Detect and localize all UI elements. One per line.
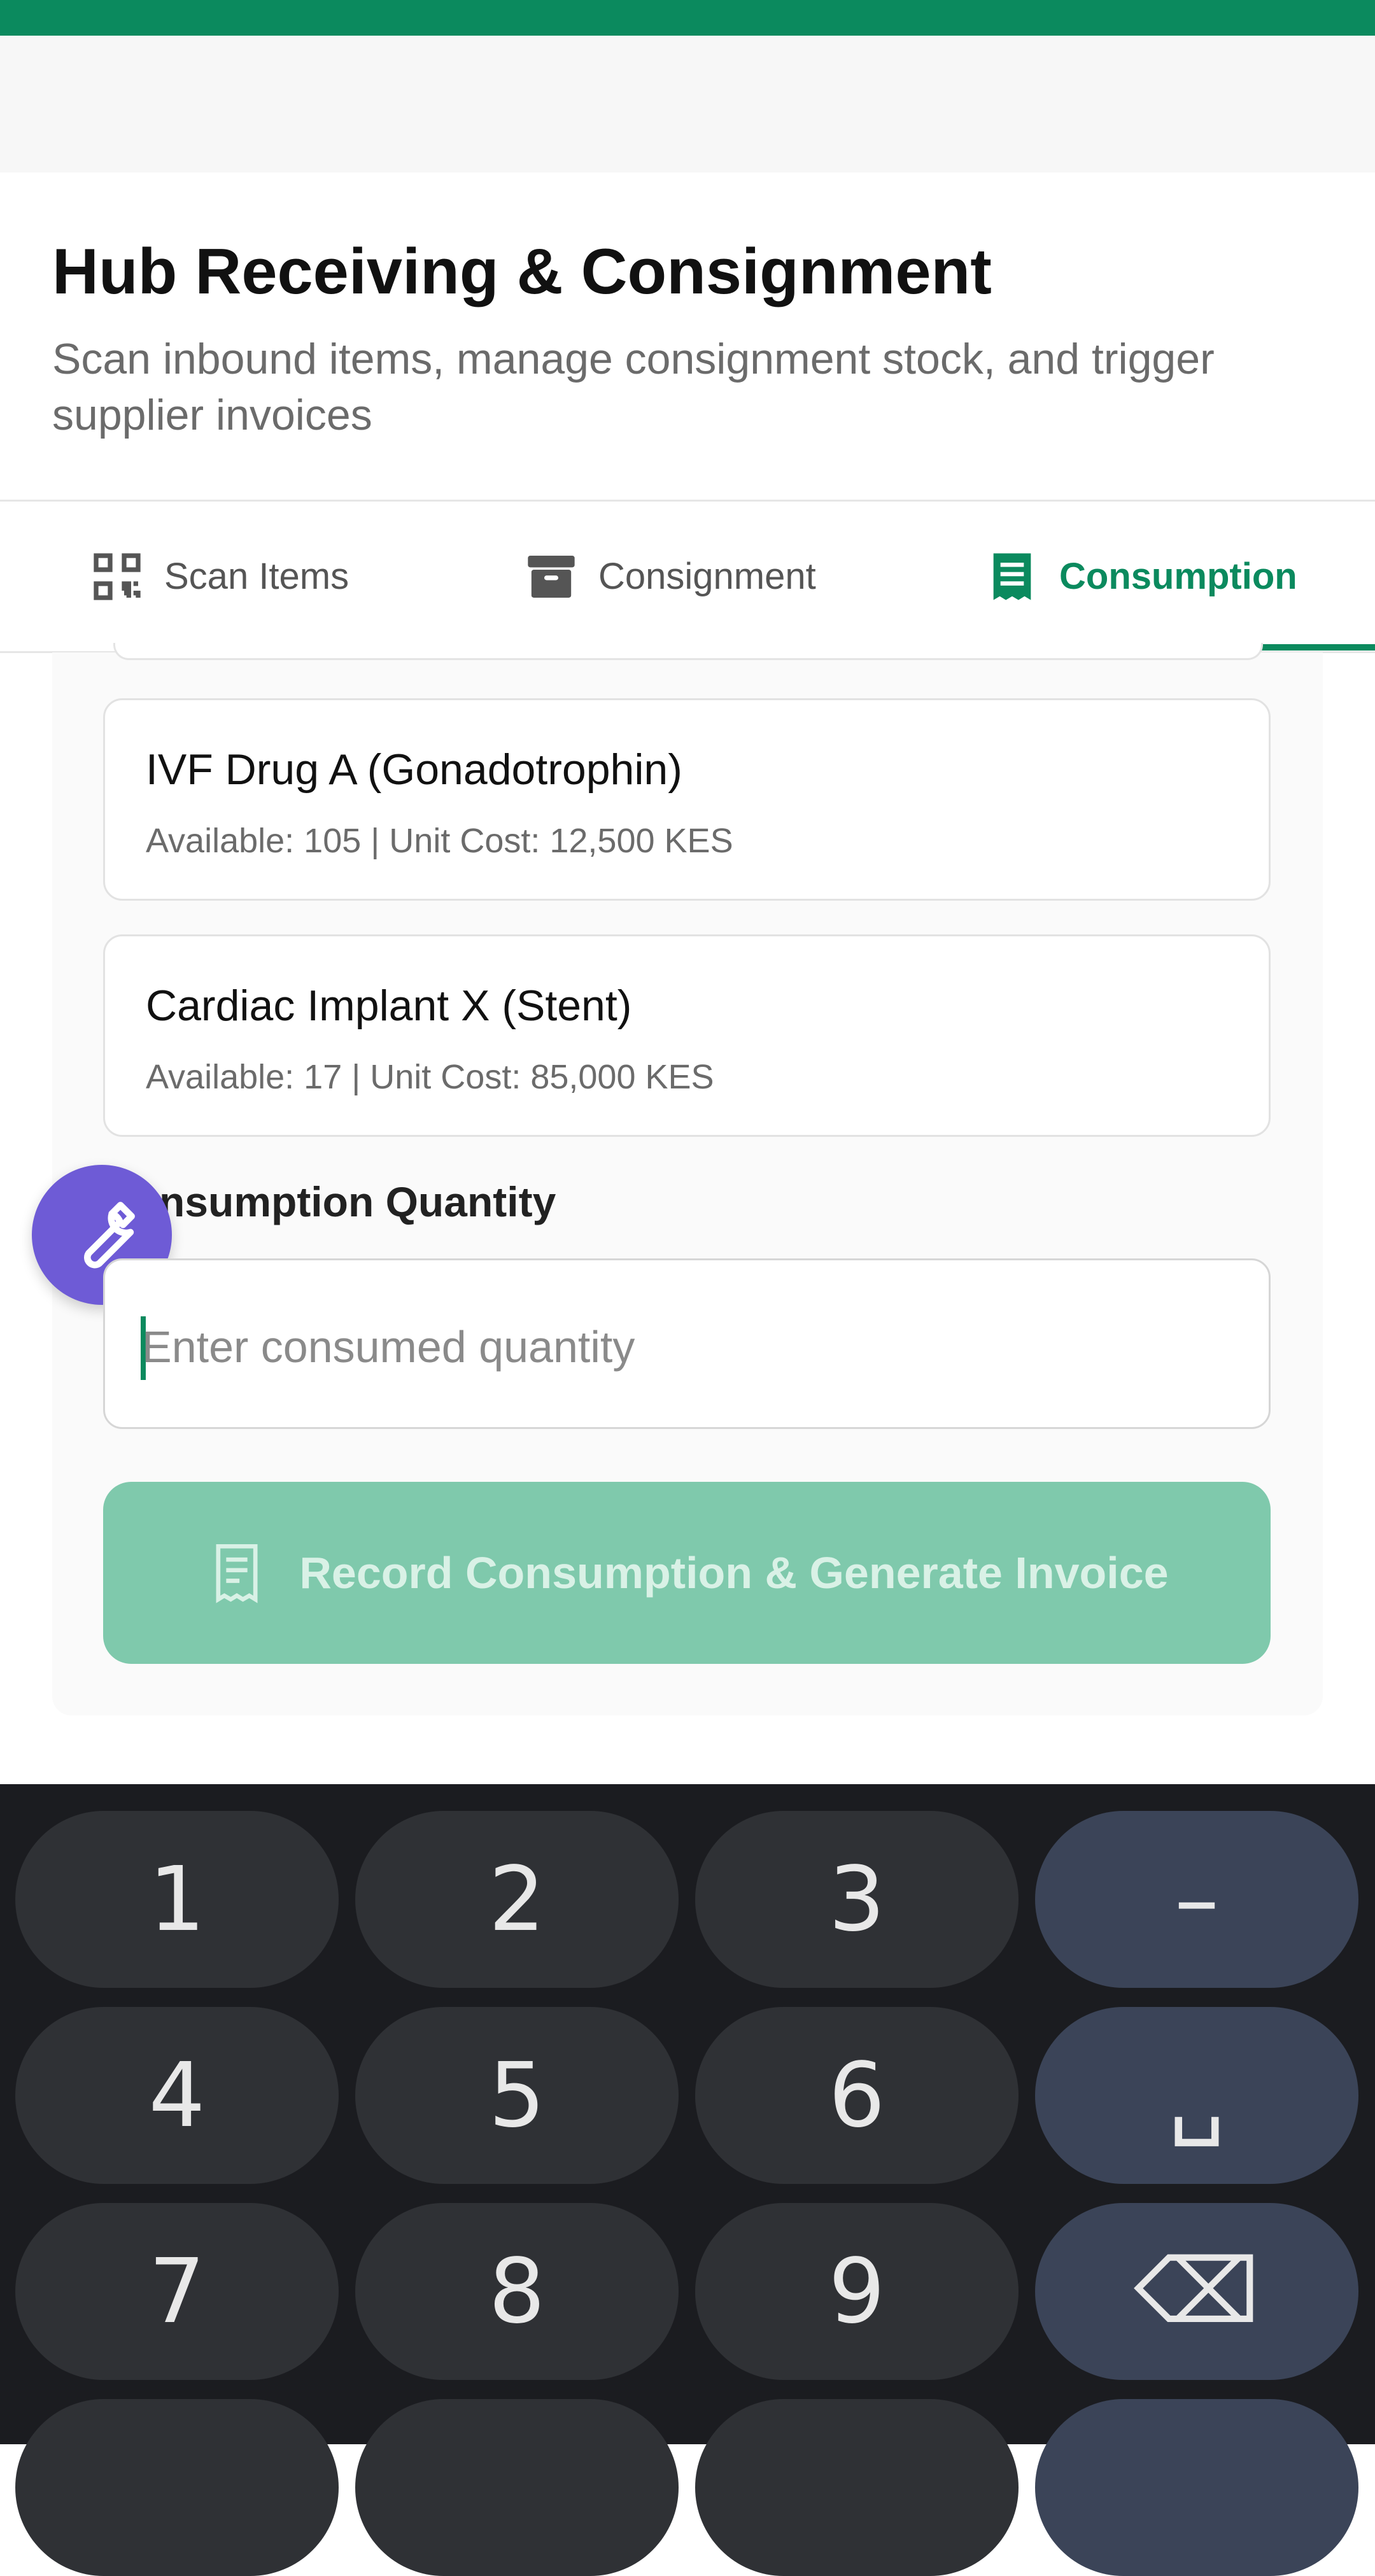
key-6[interactable]: 6	[695, 2007, 1019, 2184]
status-bar	[0, 0, 1375, 36]
key-space[interactable]: ␣	[1035, 2007, 1358, 2184]
receipt-icon	[993, 553, 1031, 600]
qr-scan-icon	[94, 553, 141, 600]
key-2[interactable]: 2	[355, 1811, 679, 1988]
item-details: Available: 17 | Unit Cost: 85,000 KES	[146, 1058, 714, 1096]
item-name: Cardiac Implant X (Stent)	[146, 982, 632, 1030]
page-subtitle: Scan inbound items, manage consignment s…	[52, 335, 1215, 439]
key-5[interactable]: 5	[355, 2007, 679, 2184]
quantity-label: Consumption Quantity	[103, 1178, 556, 1225]
item-name: IVF Drug A (Gonadotrophin)	[146, 745, 682, 794]
key-minus[interactable]: –	[1035, 1811, 1358, 1988]
key-row4-partial[interactable]	[695, 2399, 1019, 2576]
tab-consumption[interactable]: Consumption	[984, 502, 1297, 651]
key-row4-partial[interactable]	[15, 2399, 339, 2576]
tab-label: Scan Items	[164, 556, 349, 597]
item-details: Available: 105 | Unit Cost: 12,500 KES	[146, 822, 733, 860]
tab-bar: Scan Items Consignment Consumption	[0, 502, 1375, 653]
app-bar	[0, 36, 1375, 172]
key-8[interactable]: 8	[355, 2203, 679, 2380]
record-consumption-button[interactable]: Record Consumption & Generate Invoice	[103, 1482, 1271, 1664]
quantity-placeholder: Enter consumed quantity	[142, 1322, 635, 1372]
key-row4-partial[interactable]	[355, 2399, 679, 2576]
list-item[interactable]: IVF Drug A (Gonadotrophin) Available: 10…	[103, 698, 1271, 901]
tab-label: Consumption	[1059, 556, 1297, 597]
numeric-keyboard: 1 2 3 – 4 5 6 ␣ 7 8 9 ⌫	[0, 1784, 1375, 2576]
receipt-icon	[216, 1544, 258, 1603]
submit-label: Record Consumption & Generate Invoice	[299, 1548, 1169, 1598]
tab-scan-items[interactable]: Scan Items	[89, 502, 349, 651]
key-backspace[interactable]: ⌫	[1035, 2203, 1358, 2380]
key-9[interactable]: 9	[695, 2203, 1019, 2380]
quantity-input[interactable]: Enter consumed quantity	[103, 1258, 1271, 1429]
key-row4-partial[interactable]	[1035, 2399, 1358, 2576]
key-4[interactable]: 4	[15, 2007, 339, 2184]
list-item[interactable]: Cardiac Implant X (Stent) Available: 17 …	[103, 934, 1271, 1137]
key-7[interactable]: 7	[15, 2203, 339, 2380]
tab-label: Consignment	[598, 556, 816, 597]
list-item-partial[interactable]	[113, 643, 1263, 660]
tab-consignment[interactable]: Consignment	[523, 502, 816, 651]
key-3[interactable]: 3	[695, 1811, 1019, 1988]
key-1[interactable]: 1	[15, 1811, 339, 1988]
page-title: Hub Receiving & Consignment	[52, 236, 992, 307]
archive-box-icon	[528, 555, 575, 598]
